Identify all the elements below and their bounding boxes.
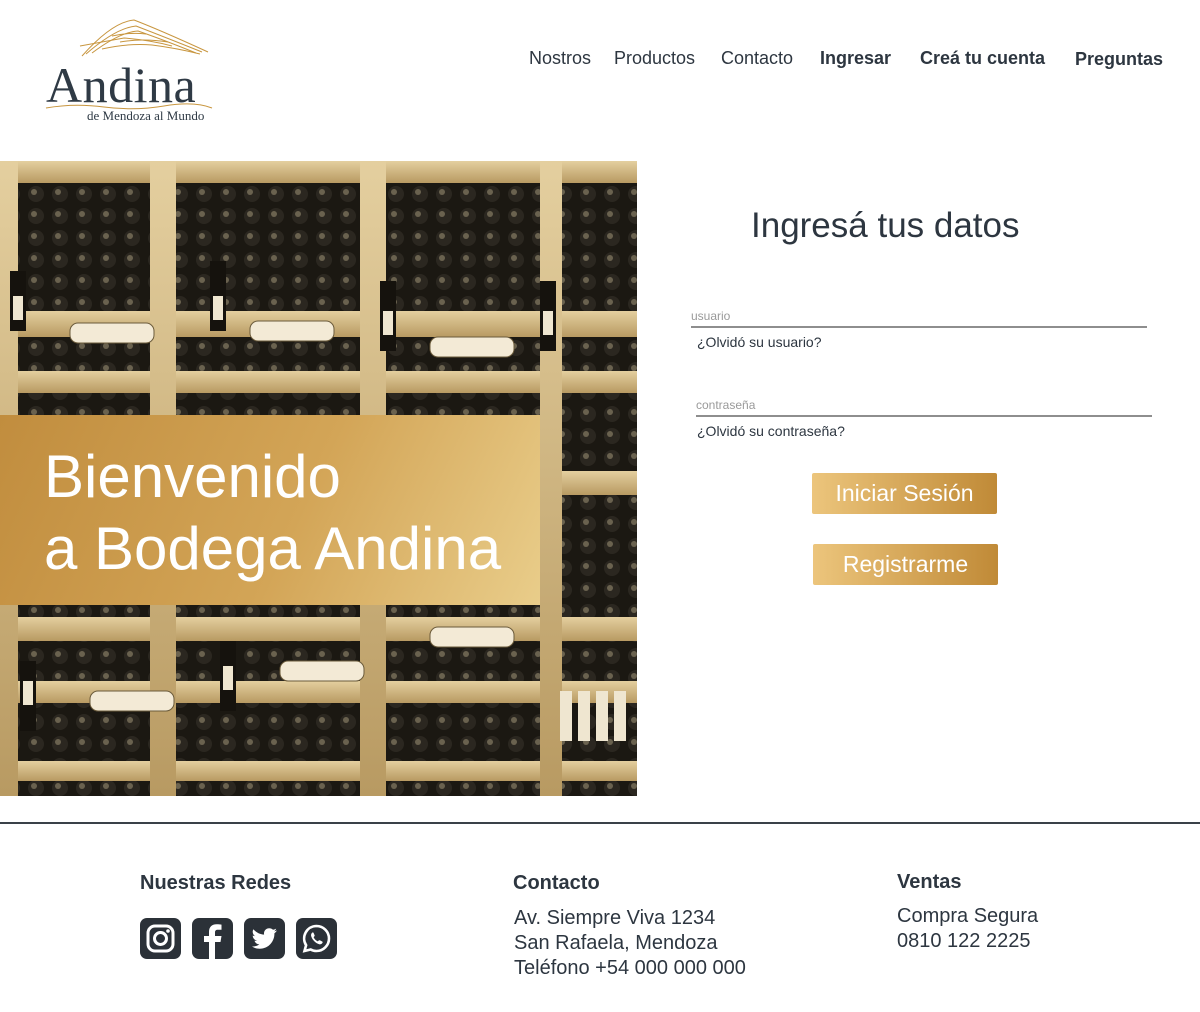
login-title: Ingresá tus datos (751, 206, 1020, 245)
whatsapp-icon[interactable] (296, 918, 337, 959)
footer-social-title: Nuestras Redes (140, 872, 292, 894)
nav-item-contacto[interactable]: Contacto (721, 48, 793, 69)
forgot-password-link[interactable]: ¿Olvidó su contraseña? (697, 423, 845, 439)
sales-secure-purchase: Compra Segura (897, 905, 1039, 927)
sales-phone: 0810 122 2225 (897, 930, 1031, 952)
nav-item-ingresar[interactable]: Ingresar (820, 48, 891, 69)
footer-contact-details: Av. Siempre Viva 1234 San Rafaela, Mendo… (514, 906, 746, 981)
hero-title-line-2: a Bodega Andina (44, 515, 502, 582)
username-input[interactable] (691, 307, 1147, 328)
hero-title: Bienvenido a Bodega Andina (44, 441, 501, 585)
contact-address: Av. Siempre Viva 1234 (514, 907, 716, 929)
hero-title-line-1: Bienvenido (44, 443, 341, 510)
hero-image: Bienvenido a Bodega Andina (0, 161, 637, 796)
footer-sales-details: Compra Segura 0810 122 2225 (897, 904, 1038, 954)
brand-tagline: de Mendoza al Mundo (87, 108, 205, 123)
contact-phone: Teléfono +54 000 000 000 (514, 957, 746, 979)
forgot-username-link[interactable]: ¿Olvidó su usuario? (697, 334, 822, 350)
contact-city: San Rafaela, Mendoza (514, 932, 718, 954)
footer-contact-title: Contacto (513, 872, 600, 894)
nav-item-productos[interactable]: Productos (614, 48, 695, 69)
password-input[interactable] (696, 396, 1152, 417)
hero-banner: Bienvenido a Bodega Andina (0, 415, 540, 605)
main-navigation: Nostros Productos Contacto Ingresar Creá… (0, 48, 1200, 78)
instagram-icon[interactable] (140, 918, 181, 959)
social-links (140, 918, 350, 960)
register-button[interactable]: Registrarme (813, 544, 998, 585)
nav-item-crea-cuenta[interactable]: Creá tu cuenta (920, 48, 1045, 69)
login-button[interactable]: Iniciar Sesión (812, 473, 997, 514)
footer-divider (0, 822, 1200, 824)
twitter-icon[interactable] (244, 918, 285, 959)
password-field-wrapper (696, 396, 1152, 417)
username-field-wrapper (691, 307, 1147, 328)
nav-item-nosotros[interactable]: Nostros (529, 48, 591, 69)
nav-item-preguntas[interactable]: Preguntas (1075, 49, 1163, 70)
footer-sales-title: Ventas (897, 871, 962, 893)
facebook-icon[interactable] (192, 918, 233, 959)
